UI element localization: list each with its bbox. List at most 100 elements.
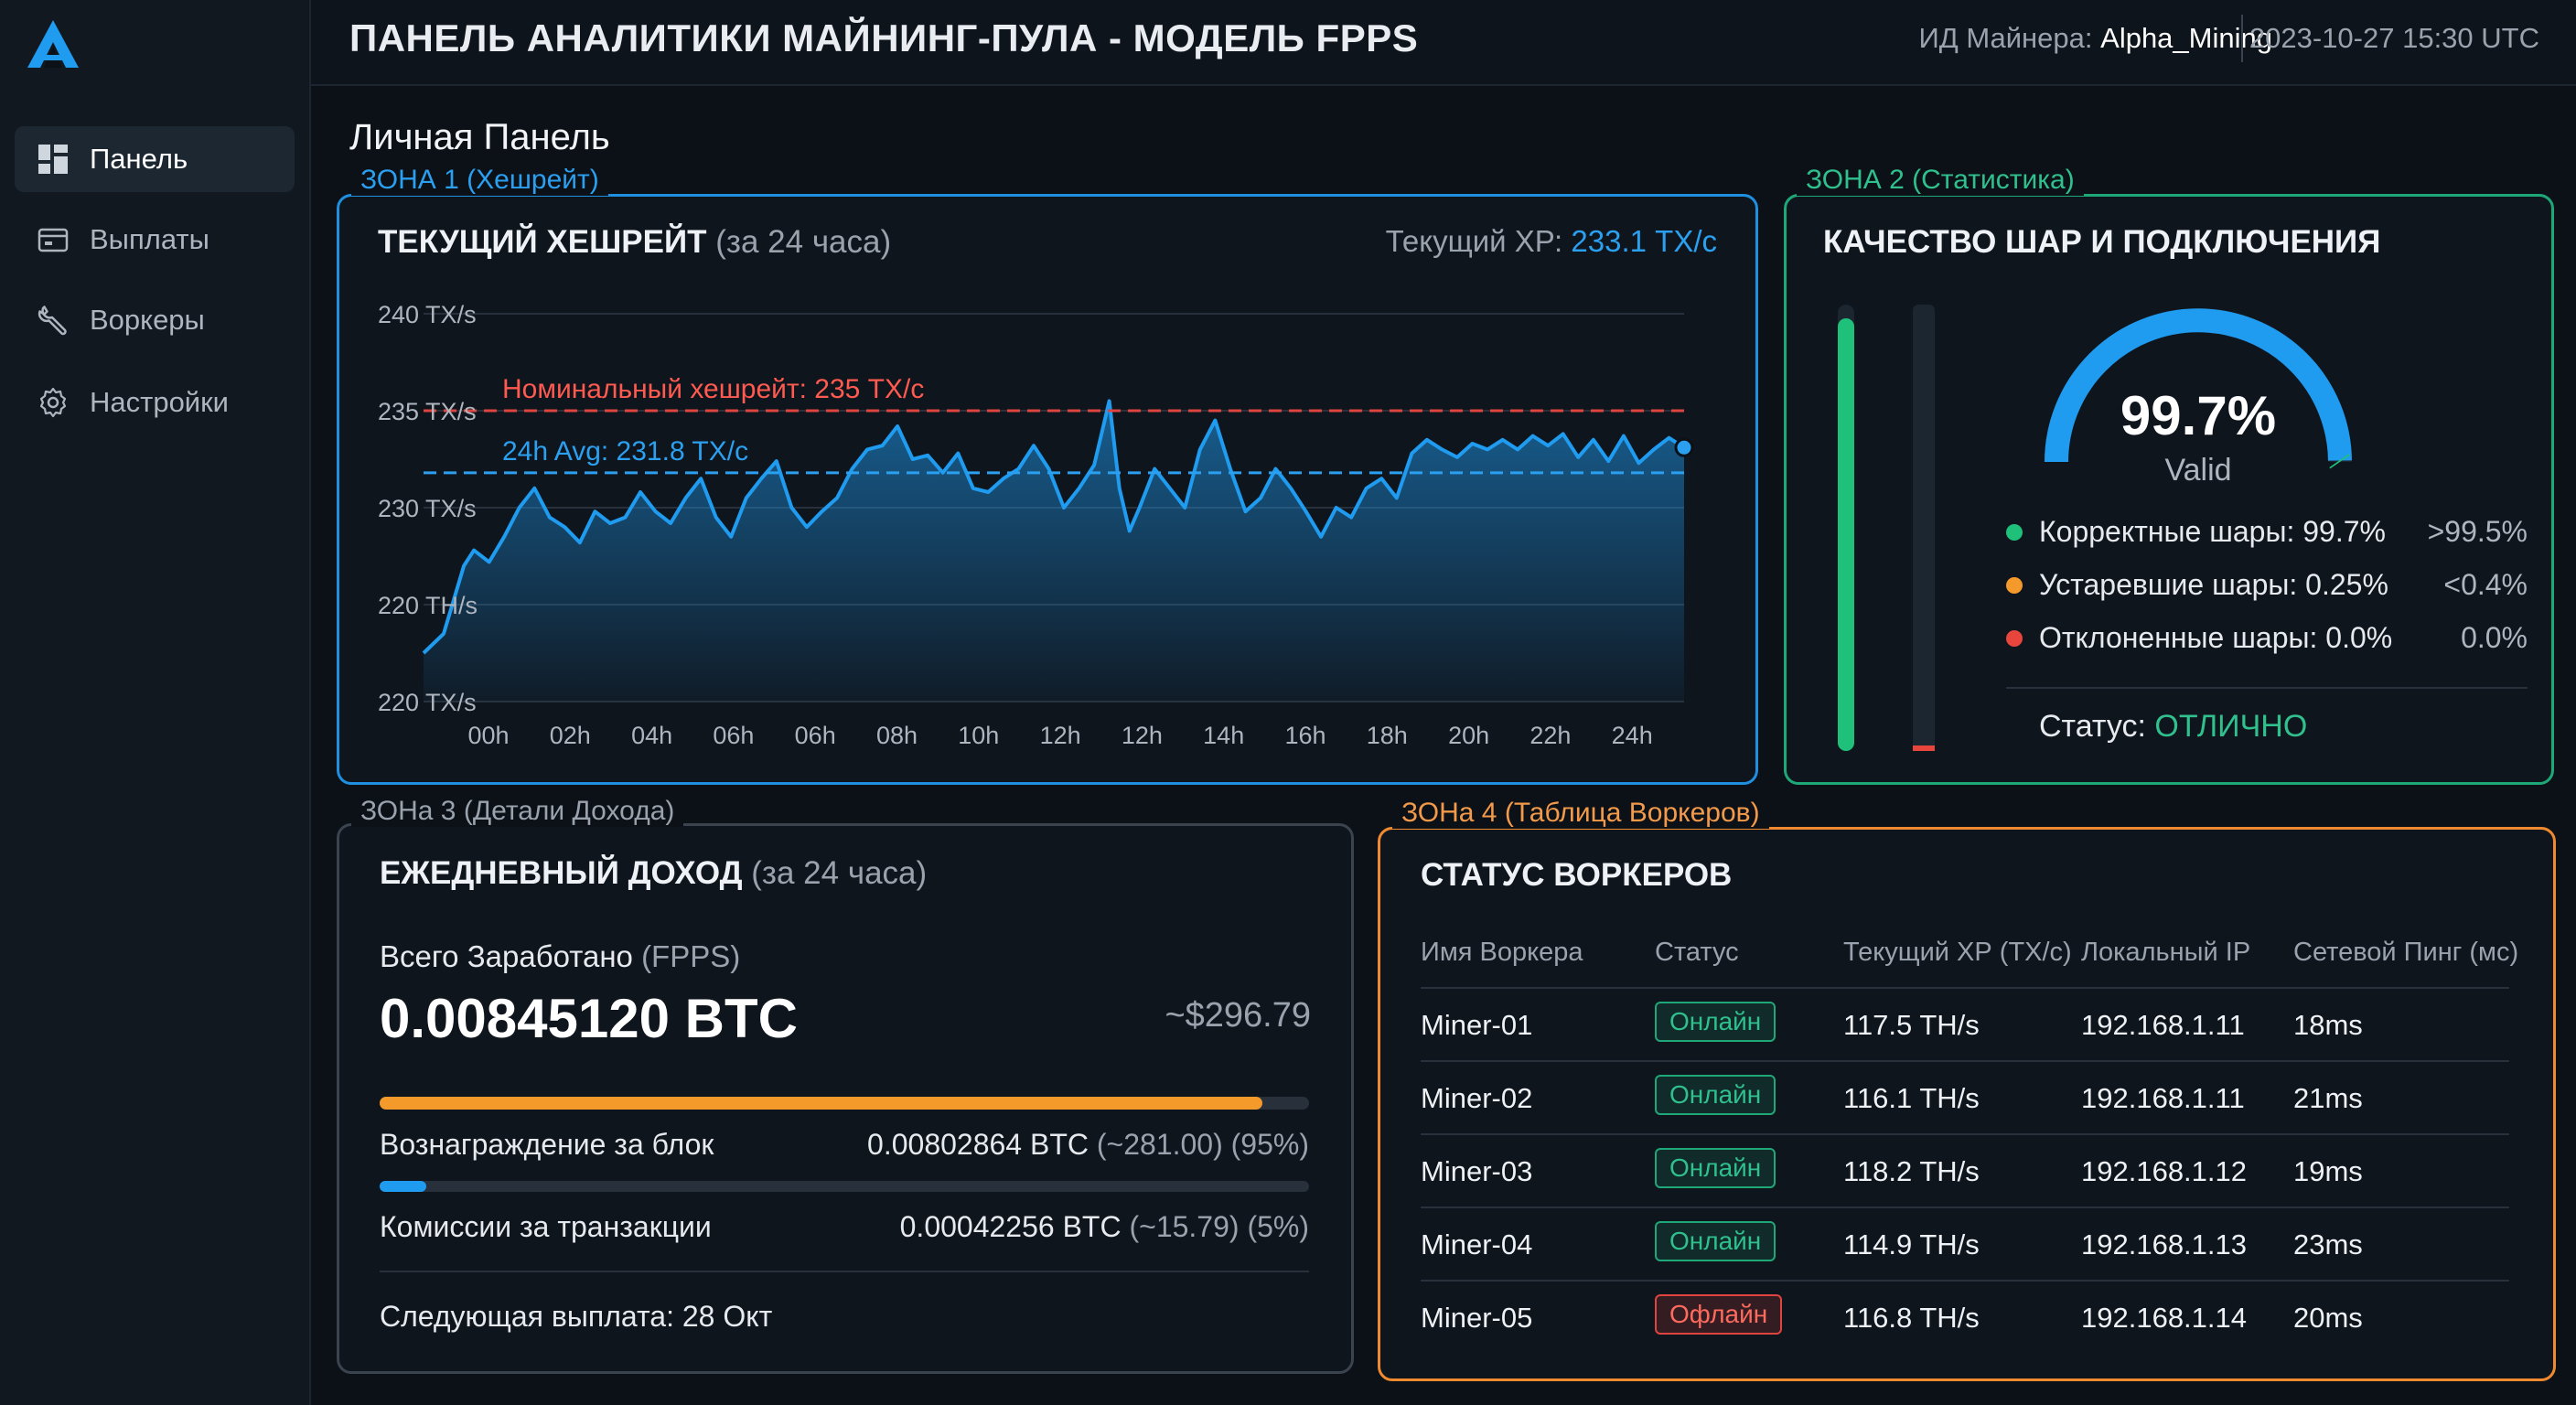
earned-label: Всего Заработано (FPPS)	[380, 939, 740, 974]
worker-ip: 192.168.1.12	[2081, 1155, 2248, 1187]
sidebar-item-label: Выплаты	[90, 223, 209, 255]
column-header-ping[interactable]: Сетевой Пинг (мс)	[2293, 938, 2518, 968]
earned-label-text: Всего Заработано	[380, 939, 633, 973]
fees-usd: (~15.79)	[1129, 1210, 1240, 1243]
sidebar-item-label: Настройки	[90, 386, 230, 418]
wrench-icon	[37, 304, 70, 337]
sidebar-item-payouts[interactable]: Выплаты	[15, 207, 295, 273]
income-title-note: (за 24 часа)	[751, 855, 928, 891]
worker-name: Miner-01	[1421, 1009, 1533, 1041]
gauge-value: 99.7%	[2120, 385, 2276, 446]
rejected-bar-track	[1913, 305, 1935, 751]
column-header-name[interactable]: Имя Воркера	[1421, 938, 1583, 968]
block-reward-bar-fill	[380, 1097, 1263, 1110]
x-tick-label: 00h	[467, 722, 509, 749]
fees-bar-fill	[380, 1181, 426, 1192]
worker-ping: 20ms	[2293, 1302, 2363, 1334]
miner-id-value: Alpha_Mining	[2100, 22, 2272, 54]
legend-threshold: 0.0%	[2461, 621, 2528, 654]
zone3-tag: ЗОНа 3 (Детали Дохода)	[351, 796, 684, 827]
x-tick-label: 12h	[1040, 722, 1081, 749]
worker-hashrate: 116.1 TH/s	[1843, 1082, 1980, 1114]
sidebar-item-workers[interactable]: Воркеры	[15, 287, 295, 353]
valid-gauge: 99.7% Valid	[2045, 308, 2352, 488]
status-badge: Онлайн	[1655, 1221, 1776, 1261]
zone2-tag: ЗОНА 2 (Статистика)	[1797, 165, 2084, 196]
table-row[interactable]: Miner-03 Онлайн 118.2 TH/s 192.168.1.12 …	[1421, 1133, 2509, 1208]
status-badge: Онлайн	[1655, 1148, 1776, 1188]
worker-name: Miner-02	[1421, 1082, 1533, 1114]
table-row[interactable]: Miner-02 Онлайн 116.1 TH/s 192.168.1.11 …	[1421, 1060, 2509, 1135]
status-badge: Онлайн	[1655, 1075, 1776, 1115]
earned-label-note: (FPPS)	[641, 939, 741, 973]
current-point[interactable]	[1674, 437, 1694, 457]
worker-ping: 19ms	[2293, 1155, 2363, 1187]
worker-hashrate: 117.5 TH/s	[1843, 1009, 1980, 1041]
status-value: ОТЛИЧНО	[2154, 709, 2308, 744]
block-reward-usd: (~281.00)	[1096, 1128, 1223, 1161]
status-badge: Онлайн	[1655, 1002, 1776, 1042]
worker-hashrate: 118.2 TH/s	[1843, 1155, 1980, 1187]
dashboard-icon	[37, 143, 70, 176]
wallet-icon	[37, 223, 70, 256]
legend-valid: Корректные шары: 99.7% >99.5%	[2006, 515, 2528, 549]
income-title-text: ЕЖЕДНЕВНЫЙ ДОХОД	[380, 855, 743, 891]
table-row[interactable]: Miner-04 Онлайн 114.9 TH/s 192.168.1.13 …	[1421, 1207, 2509, 1282]
x-tick-label: 08h	[876, 722, 918, 749]
shares-title: КАЧЕСТВО ШАР И ПОДКЛЮЧЕНИЯ	[1823, 224, 2381, 260]
fees-btc: 0.00042256 BTC	[899, 1210, 1122, 1243]
worker-ip: 192.168.1.14	[2081, 1302, 2248, 1334]
x-tick-label: 02h	[550, 722, 591, 749]
fees-pct: (5%)	[1247, 1210, 1309, 1243]
worker-ping: 23ms	[2293, 1228, 2363, 1260]
logo-icon[interactable]	[26, 18, 80, 70]
y-tick-label: 235 TX/s	[378, 398, 477, 425]
legend-rejected: Отклоненные шары: 0.0% 0.0%	[2006, 621, 2528, 655]
x-tick-label: 22h	[1530, 722, 1571, 749]
worker-ip: 192.168.1.11	[2081, 1009, 2245, 1041]
sidebar-item-dashboard[interactable]: Панель	[15, 126, 295, 192]
legend-label: Устаревшие шары: 0.25%	[2039, 568, 2388, 601]
status-divider	[2006, 687, 2528, 689]
worker-hashrate: 116.8 TH/s	[1843, 1302, 1980, 1334]
sidebar-item-settings[interactable]: Настройки	[15, 370, 295, 435]
hashrate-chart[interactable]: Номинальный хешрейт: 235 TX/c 24h Avg: 2…	[339, 197, 1755, 782]
shares-panel: КАЧЕСТВО ШАР И ПОДКЛЮЧЕНИЯ 99.7% Valid К…	[1784, 194, 2554, 785]
valid-bar-fill	[1838, 317, 1854, 751]
page-title: ПАНЕЛЬ АНАЛИТИКИ МАЙНИНГ-ПУЛА - МОДЕЛЬ F…	[349, 16, 1419, 59]
sidebar: Панель Выплаты Воркеры Настройки	[0, 0, 311, 1405]
column-header-hashrate[interactable]: Текущий ХР (TX/c)	[1843, 938, 2072, 968]
table-row[interactable]: Miner-05 Офлайн 116.8 TH/s 192.168.1.14 …	[1421, 1280, 2509, 1355]
block-reward-row: Вознаграждение за блок 0.00802864 BTC (~…	[380, 1128, 1309, 1162]
rejected-dot	[2006, 629, 2023, 647]
zone4-tag: ЗОНа 4 (Таблица Воркеров)	[1392, 798, 1769, 829]
y-tick-label: 220 TX/s	[378, 689, 477, 716]
next-payout: Следующая выплата: 28 Окт	[380, 1300, 773, 1333]
nominal-label: Номинальный хешрейт: 235 TX/c	[502, 374, 924, 404]
worker-ping: 21ms	[2293, 1082, 2363, 1114]
status-badge: Офлайн	[1655, 1294, 1783, 1335]
column-header-ip[interactable]: Локальный IP	[2081, 938, 2250, 968]
workers-title: СТАТУС ВОРКЕРОВ	[1421, 857, 1733, 893]
block-reward-btc: 0.00802864 BTC	[867, 1128, 1089, 1161]
legend-stale: Устаревшие шары: 0.25% <0.4%	[2006, 568, 2528, 602]
x-tick-label: 16h	[1284, 722, 1326, 749]
shares-status: Статус: ОТЛИЧНО	[2039, 709, 2307, 745]
gear-icon	[37, 386, 70, 419]
header-divider	[2241, 15, 2243, 62]
header-datetime: 2023-10-27 15:30 UTC	[2249, 22, 2539, 54]
valid-dot	[2006, 523, 2023, 541]
x-tick-label: 14h	[1203, 722, 1244, 749]
sidebar-item-label: Воркеры	[90, 304, 205, 336]
table-row[interactable]: Miner-01 Онлайн 117.5 TH/s 192.168.1.11 …	[1421, 987, 2509, 1062]
gauge-label: Valid	[2164, 453, 2231, 488]
miner-id-label: ИД Майнера:	[1918, 22, 2093, 54]
status-label: Статус:	[2039, 709, 2146, 744]
income-title: ЕЖЕДНЕВНЫЙ ДОХОД (за 24 часа)	[380, 855, 927, 892]
column-header-status[interactable]: Статус	[1655, 938, 1739, 968]
worker-ip: 192.168.1.13	[2081, 1228, 2248, 1260]
section-title: Личная Панель	[349, 117, 610, 157]
valid-bar-track	[1838, 305, 1854, 751]
legend-threshold: >99.5%	[2427, 515, 2528, 548]
worker-name: Miner-05	[1421, 1302, 1533, 1334]
